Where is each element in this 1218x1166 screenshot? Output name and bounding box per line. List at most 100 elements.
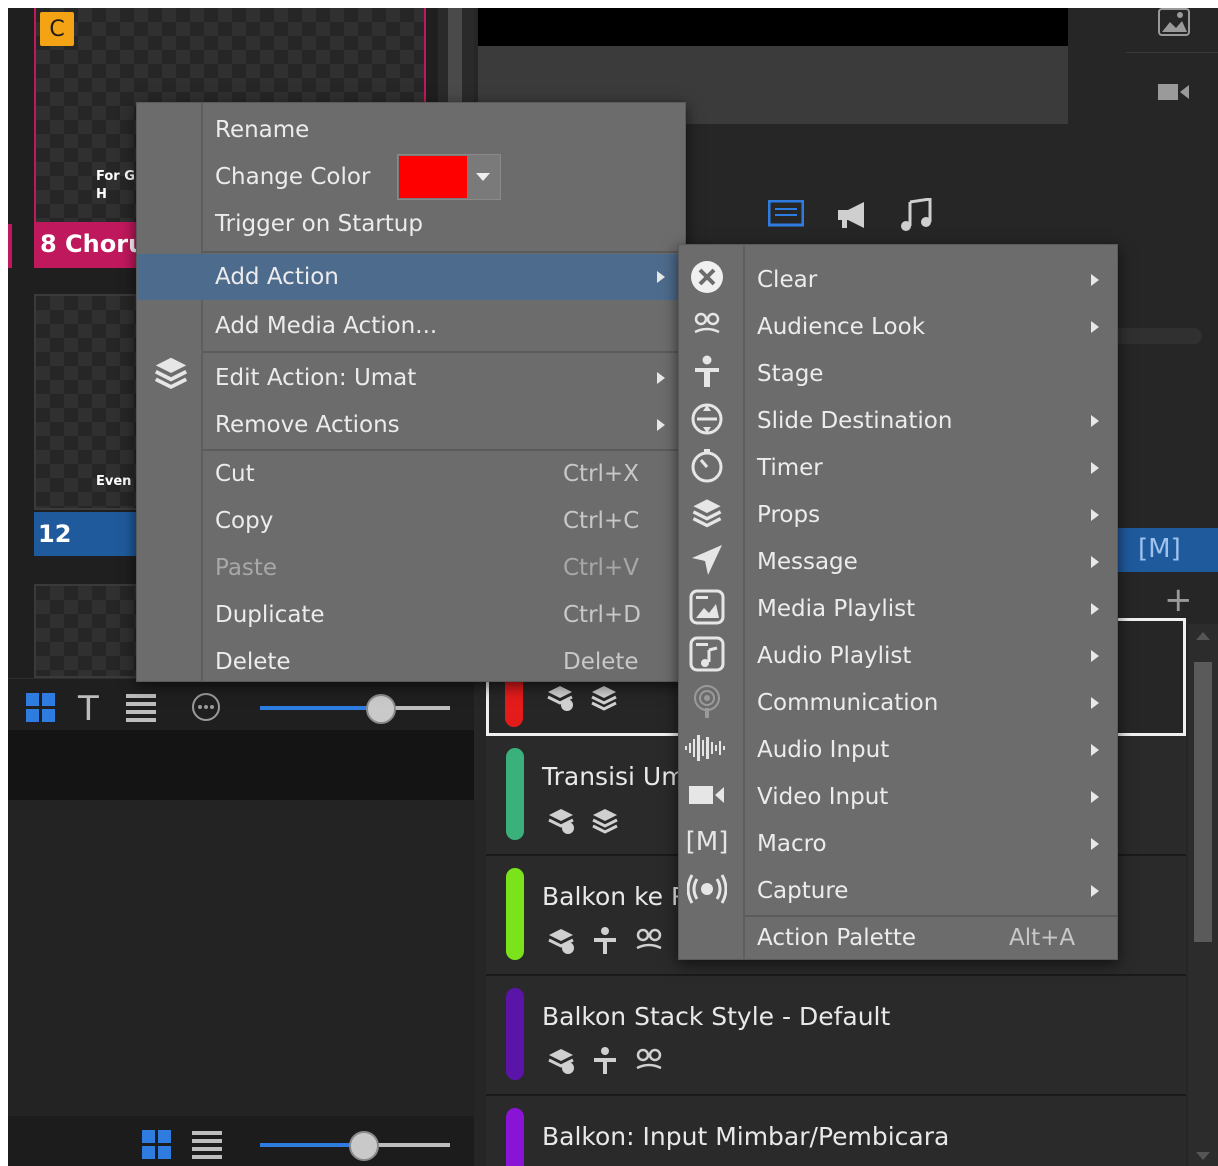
menu-item-label: Clear	[757, 267, 818, 293]
menu-item-shortcut: Ctrl+D	[563, 602, 641, 628]
menu-item-trigger-on-startup[interactable]: Trigger on Startup	[137, 201, 685, 247]
menu-item-label: Props	[757, 502, 821, 528]
menu-item-label: Copy	[215, 508, 274, 534]
scrollbar-thumb[interactable]	[1194, 662, 1212, 942]
cue-icons	[546, 1046, 664, 1076]
cue-title: Balkon Stack Style - Default	[542, 1002, 891, 1031]
preview-screen	[478, 8, 1068, 46]
slider-fill	[260, 1143, 363, 1147]
submenu-item-macro[interactable]: Macro	[679, 821, 1117, 867]
macro-tag: [M]	[1138, 534, 1181, 564]
menu-item-paste: Paste Ctrl+V	[137, 545, 685, 591]
scroll-up-icon[interactable]	[1196, 632, 1210, 640]
menu-separator	[203, 351, 685, 353]
announcement-icon[interactable]	[836, 200, 872, 234]
submenu-arrow-icon	[657, 372, 665, 384]
menu-item-delete[interactable]: Delete Delete	[137, 639, 685, 685]
menu-item-label: Change Color	[215, 164, 371, 190]
thumbnail-size-slider[interactable]	[260, 694, 450, 724]
submenu-arrow-icon	[1091, 603, 1099, 615]
menu-item-add-action[interactable]: Add Action	[137, 254, 685, 300]
menu-item-label: Edit Action: Umat	[215, 365, 417, 391]
left-bottom-panel	[8, 730, 474, 800]
right-icon-column	[1126, 8, 1218, 120]
menu-item-label: Add Action	[215, 264, 339, 290]
submenu-arrow-icon	[1091, 462, 1099, 474]
submenu-item-props[interactable]: Props	[679, 492, 1117, 538]
menu-item-label: Remove Actions	[215, 412, 400, 438]
menu-item-label: Capture	[757, 878, 849, 904]
menu-item-change-color[interactable]: Change Color	[137, 154, 685, 200]
text-view-icon[interactable]: T	[78, 689, 99, 729]
music-icon[interactable]	[898, 197, 934, 236]
grid-view-icon[interactable]	[26, 693, 56, 723]
list-view-icon[interactable]	[126, 693, 156, 727]
color-picker-dropdown[interactable]	[397, 154, 501, 200]
submenu-item-capture[interactable]: Capture	[679, 868, 1117, 914]
menu-item-label: Timer	[757, 455, 823, 481]
submenu-arrow-icon	[657, 419, 665, 431]
props-icon	[548, 929, 574, 954]
submenu-item-clear[interactable]: Clear	[679, 257, 1117, 303]
menu-item-rename[interactable]: Rename	[137, 107, 685, 153]
submenu-arrow-icon	[1091, 321, 1099, 333]
submenu-item-media-playlist[interactable]: Media Playlist	[679, 586, 1117, 632]
submenu-item-audio-input[interactable]: Audio Input	[679, 727, 1117, 773]
submenu-arrow-icon	[1091, 509, 1099, 521]
menu-item-cut[interactable]: Cut Ctrl+X	[137, 451, 685, 497]
app-window: For G H 8 Choru C Even a 12 T [M] + Tran…	[8, 8, 1218, 1166]
submenu-item-audio-playlist[interactable]: Audio Playlist	[679, 633, 1117, 679]
slide-tab-icon[interactable]	[767, 199, 805, 232]
submenu-arrow-icon	[1091, 838, 1099, 850]
submenu-item-video-input[interactable]: Video Input	[679, 774, 1117, 820]
macro-header: [M]	[1116, 528, 1218, 572]
cue-item[interactable]: Balkon Stack Style - Default	[486, 976, 1186, 1096]
menu-item-label: Stage	[757, 361, 824, 387]
menu-item-label: Duplicate	[215, 602, 325, 628]
submenu-item-stage[interactable]: Stage	[679, 351, 1117, 397]
submenu-item-timer[interactable]: Timer	[679, 445, 1117, 491]
stage-icon	[594, 1047, 616, 1074]
slider-thumb[interactable]	[348, 1131, 379, 1161]
menu-item-shortcut: Alt+A	[1009, 925, 1076, 951]
cue-item[interactable]: Balkon: Input Mimbar/Pembicara	[486, 1096, 1186, 1166]
right-scroll-track	[1108, 328, 1202, 344]
more-options-icon[interactable]	[190, 691, 222, 727]
slide-grid-toolbar: T	[8, 678, 474, 731]
video-camera-icon[interactable]	[1158, 82, 1190, 106]
slide-overlay-text: For G H	[96, 169, 135, 202]
scroll-down-icon[interactable]	[1196, 1152, 1210, 1160]
menu-item-copy[interactable]: Copy Ctrl+C	[137, 498, 685, 544]
audience-look-icon	[636, 1048, 662, 1070]
add-cue-button[interactable]: +	[1164, 580, 1193, 620]
cue-title: Balkon: Input Mimbar/Pembicara	[542, 1122, 950, 1151]
submenu-item-slide-destination[interactable]: Slide Destination	[679, 398, 1117, 444]
menu-item-label: Media Playlist	[757, 596, 916, 622]
cue-list-scrollbar[interactable]	[1188, 624, 1218, 1166]
submenu-item-audience-look[interactable]: Audience Look	[679, 304, 1117, 350]
menu-item-label: Paste	[215, 555, 278, 581]
menu-item-label: Add Media Action...	[215, 313, 438, 339]
submenu-item-action-palette[interactable]: Action Palette Alt+A	[679, 917, 1117, 959]
grid-view-icon[interactable]	[142, 1130, 172, 1164]
slider-thumb[interactable]	[365, 694, 396, 724]
menu-item-shortcut: Ctrl+V	[563, 555, 639, 581]
submenu-arrow-icon	[1091, 791, 1099, 803]
menu-item-label: Message	[757, 549, 858, 575]
props-icon	[547, 686, 573, 711]
stage-icon	[594, 927, 616, 954]
submenu-arrow-icon	[1091, 650, 1099, 662]
image-icon[interactable]	[1158, 8, 1190, 40]
list-view-icon[interactable]	[192, 1130, 222, 1164]
submenu-item-communication[interactable]: Communication	[679, 680, 1117, 726]
cue-color-pill	[506, 868, 524, 960]
menu-item-duplicate[interactable]: Duplicate Ctrl+D	[137, 592, 685, 638]
cue-icons	[546, 926, 664, 956]
library-size-slider[interactable]	[260, 1131, 450, 1161]
add-action-submenu: [M] Clear Audience Look Stage Slide Dest…	[678, 244, 1118, 960]
context-menu: Rename Change Color Trigger on Startup A…	[136, 102, 686, 682]
submenu-item-message[interactable]: Message	[679, 539, 1117, 585]
menu-item-edit-action[interactable]: Edit Action: Umat	[137, 355, 685, 401]
menu-item-add-media-action[interactable]: Add Media Action...	[137, 303, 685, 349]
menu-item-remove-actions[interactable]: Remove Actions	[137, 402, 685, 448]
